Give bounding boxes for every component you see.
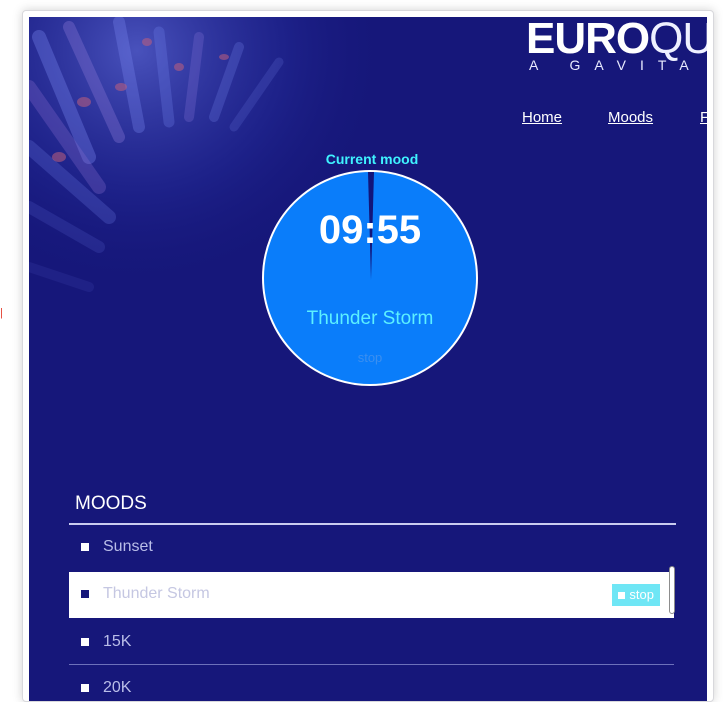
- bullet-icon: [81, 543, 89, 551]
- list-scrollbar[interactable]: [669, 566, 675, 614]
- mood-list-item[interactable]: 20K: [69, 667, 674, 701]
- nav-item-partial-link[interactable]: F: [700, 109, 707, 126]
- mood-stop-button[interactable]: stop: [612, 584, 660, 606]
- current-mood-heading: Current mood: [325, 151, 419, 167]
- browser-frame: EUROQU A GAVITA C Home Moods F Current m…: [22, 10, 714, 702]
- bullet-icon: [81, 590, 89, 598]
- mood-name: 20K: [103, 679, 132, 696]
- bullet-icon: [81, 684, 89, 692]
- app-root: EUROQU A GAVITA C Home Moods F Current m…: [29, 17, 707, 701]
- nav-home-link[interactable]: Home: [522, 109, 562, 126]
- mood-list-item-active[interactable]: Thunder Storm stop: [69, 572, 674, 618]
- moods-section-title: MOODS: [75, 493, 147, 514]
- mood-name: Thunder Storm: [103, 585, 210, 602]
- current-mood-name: Thunder Storm: [306, 308, 434, 329]
- stop-icon: [618, 592, 626, 600]
- mood-list-item[interactable]: 15K: [69, 621, 674, 665]
- nav-moods-link[interactable]: Moods: [608, 109, 653, 126]
- mood-timer-dial: 09:55 Thunder Storm stop: [262, 170, 478, 386]
- row-divider: [69, 664, 674, 665]
- mood-name: Sunset: [103, 538, 153, 555]
- bullet-icon: [81, 638, 89, 646]
- mood-name: 15K: [103, 633, 132, 650]
- mood-list-item[interactable]: Sunset: [69, 526, 674, 570]
- moods-divider: [69, 523, 676, 525]
- brand-tagline: A GAVITA C: [529, 57, 707, 73]
- edge-mark: |: [0, 307, 3, 319]
- timer-display: 09:55: [318, 208, 422, 252]
- dial-stop-button[interactable]: stop: [264, 350, 476, 365]
